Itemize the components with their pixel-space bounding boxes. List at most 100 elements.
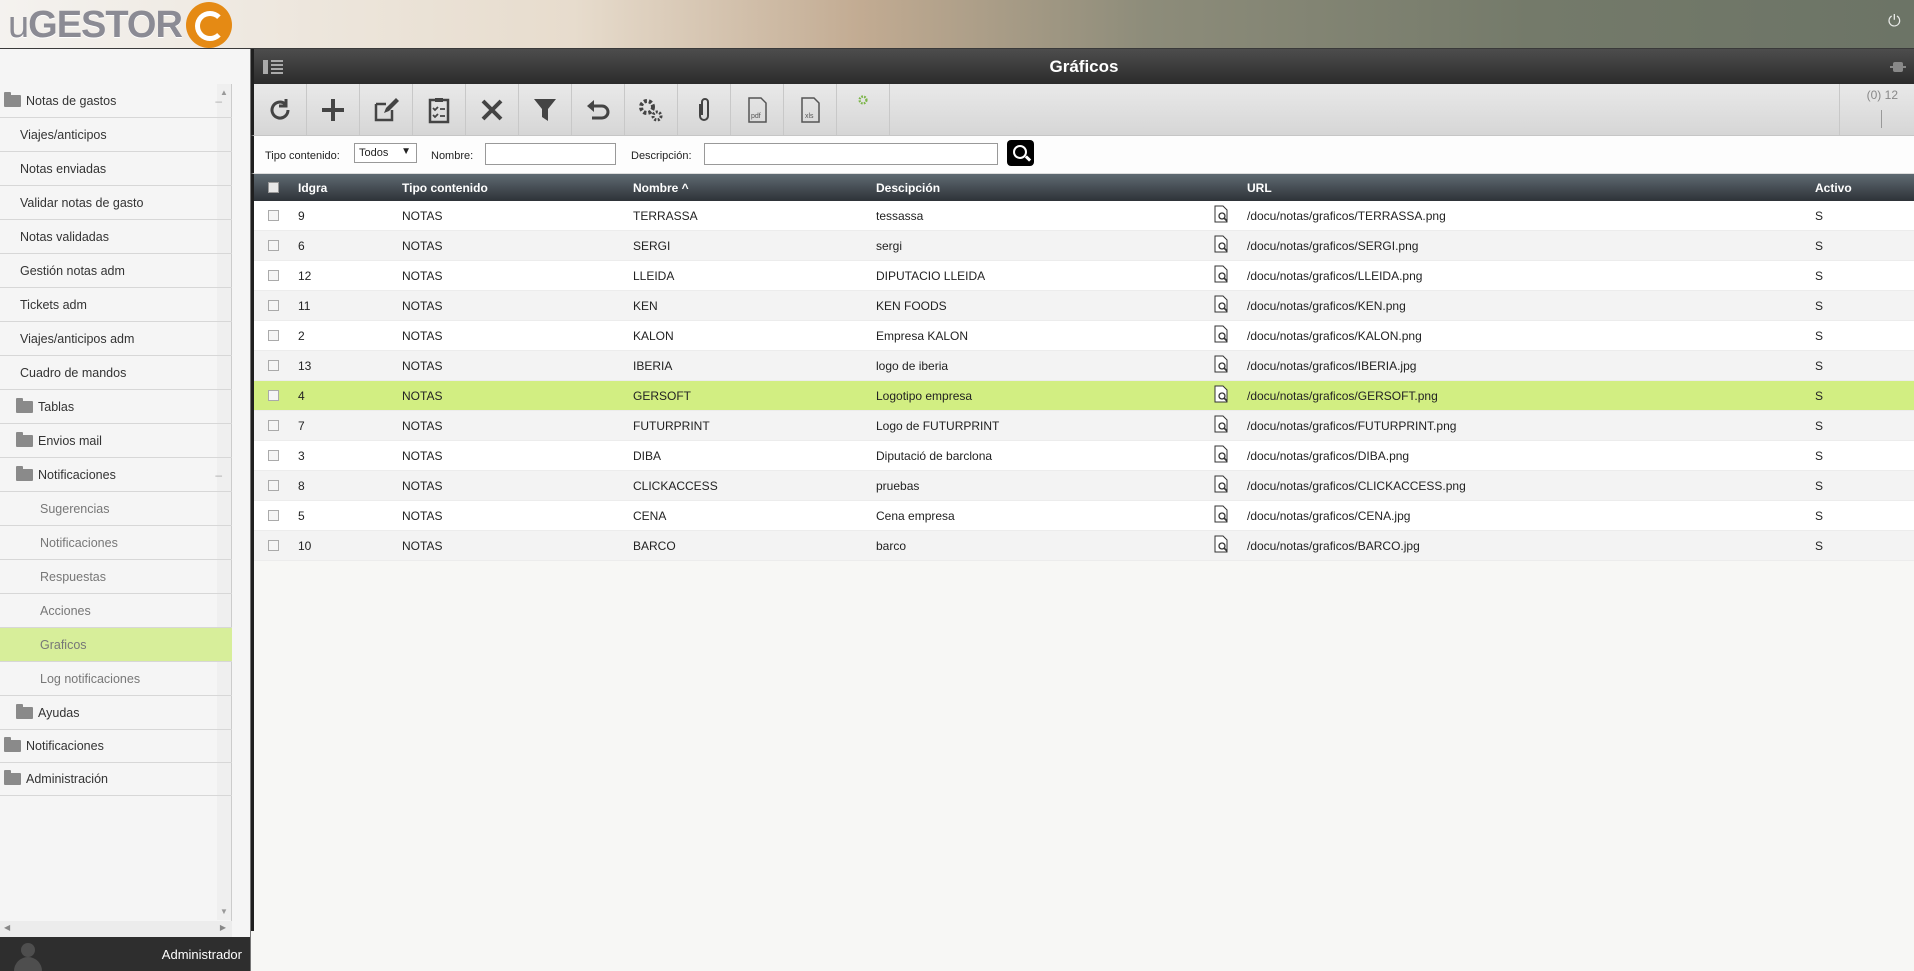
user-name[interactable]: Administrador bbox=[162, 947, 242, 962]
collapse-icon[interactable]: – bbox=[215, 468, 222, 482]
table-row[interactable]: 7 NOTAS FUTURPRINT Logo de FUTURPRINT/docu/… bbox=[254, 411, 1914, 441]
preview-icon[interactable] bbox=[1212, 385, 1230, 403]
table-row[interactable]: 8 NOTAS CLICKACCESS pruebas/docu/notas/graf… bbox=[254, 471, 1914, 501]
table-row[interactable]: 11 NOTAS KEN KEN FOODS/docu/notas/graficos/… bbox=[254, 291, 1914, 321]
table-row[interactable]: 3 NOTAS DIBA Diputació de barclona/docu/not… bbox=[254, 441, 1914, 471]
sidebar-item-notificaciones[interactable]: Notificaciones bbox=[0, 526, 232, 560]
sidebar-item-notas-de-gastos[interactable]: Notas de gastos – bbox=[0, 84, 232, 118]
add-button[interactable] bbox=[307, 84, 360, 135]
delete-button[interactable] bbox=[466, 84, 519, 135]
filter-button[interactable] bbox=[519, 84, 572, 135]
table-row[interactable]: 6 NOTAS SERGI sergi/docu/notas/graficos/SER… bbox=[254, 231, 1914, 261]
scroll-left-icon[interactable]: ◀ bbox=[4, 923, 10, 932]
sidebar-horizontal-scrollbar[interactable]: ◀ ▶ bbox=[0, 921, 232, 937]
sidebar-item-ayudas[interactable]: Ayudas bbox=[0, 696, 232, 730]
sidebar-item-cuadro-de-mandos[interactable]: Cuadro de mandos bbox=[0, 356, 232, 390]
preview-icon[interactable] bbox=[1212, 445, 1230, 463]
cell-url: /docu/notas/graficos/IBERIA.jpg bbox=[1247, 359, 1417, 373]
col-tipo-contenido[interactable]: Tipo contenido bbox=[402, 181, 488, 195]
settings-button[interactable] bbox=[625, 84, 678, 135]
row-checkbox[interactable] bbox=[268, 330, 279, 341]
row-checkbox[interactable] bbox=[268, 480, 279, 491]
tipo-contenido-select[interactable]: Todos ▼ bbox=[354, 143, 417, 163]
sidebar-item-sugerencias[interactable]: Sugerencias bbox=[0, 492, 232, 526]
pdf-button[interactable]: pdf bbox=[731, 84, 784, 135]
preview-icon[interactable] bbox=[1212, 235, 1230, 253]
preview-icon[interactable] bbox=[1212, 505, 1230, 523]
page-title: Gráficos bbox=[1049, 57, 1119, 76]
preview-icon[interactable] bbox=[1212, 535, 1230, 553]
undo-button[interactable] bbox=[572, 84, 625, 135]
sidebar-item-gesti-n-notas-adm[interactable]: Gestión notas adm bbox=[0, 254, 232, 288]
table-row[interactable]: 5 NOTAS CENA Cena empresa/docu/notas/grafic… bbox=[254, 501, 1914, 531]
col-nombre[interactable]: Nombre ^ bbox=[633, 181, 689, 195]
descripcion-input[interactable] bbox=[704, 143, 998, 165]
select-all-checkbox[interactable] bbox=[268, 182, 279, 193]
preview-icon[interactable] bbox=[1212, 205, 1230, 223]
row-checkbox[interactable] bbox=[268, 300, 279, 311]
toolbar: pdf xls (0) 12 bbox=[251, 84, 1914, 136]
edit-button[interactable] bbox=[360, 84, 413, 135]
power-icon[interactable]: ⏻ bbox=[1888, 14, 1904, 30]
row-checkbox[interactable] bbox=[268, 210, 279, 221]
col-idgra[interactable]: Idgra bbox=[298, 181, 327, 195]
col-url[interactable]: URL bbox=[1247, 181, 1272, 195]
sidebar-item-acciones[interactable]: Acciones bbox=[0, 594, 232, 628]
validate-button[interactable] bbox=[413, 84, 466, 135]
search-button[interactable] bbox=[1007, 140, 1034, 166]
sidebar-item-viajes-anticipos[interactable]: Viajes/anticipos bbox=[0, 118, 232, 152]
sidebar-item-validar-notas-de-gasto[interactable]: Validar notas de gasto bbox=[0, 186, 232, 220]
sidebar-item-viajes-anticipos-adm[interactable]: Viajes/anticipos adm bbox=[0, 322, 232, 356]
sidebar-item-notificaciones[interactable]: Notificaciones bbox=[0, 730, 232, 763]
pdf-icon: pdf bbox=[748, 96, 767, 123]
collapse-icon[interactable]: – bbox=[215, 94, 222, 108]
preview-icon[interactable] bbox=[1212, 475, 1230, 493]
config-button[interactable] bbox=[837, 84, 890, 135]
preview-icon[interactable] bbox=[1212, 295, 1230, 313]
expand-panel-icon[interactable] bbox=[1890, 60, 1906, 74]
col-descripcion[interactable]: Descipción bbox=[876, 181, 940, 195]
row-checkbox[interactable] bbox=[268, 420, 279, 431]
col-activo[interactable]: Activo bbox=[1815, 181, 1852, 195]
menu-toggle-icon[interactable] bbox=[263, 60, 283, 74]
cell-activo: S bbox=[1815, 299, 1824, 313]
sidebar-item-tickets-adm[interactable]: Tickets adm bbox=[0, 288, 232, 322]
table-row[interactable]: 10 NOTAS BARCO barco/docu/notas/graficos/BA… bbox=[254, 531, 1914, 561]
sidebar-item-notas-enviadas[interactable]: Notas enviadas bbox=[0, 152, 232, 186]
preview-icon[interactable] bbox=[1212, 325, 1230, 343]
table-row[interactable]: 2 NOTAS KALON Empresa KALON/docu/notas/graf… bbox=[254, 321, 1914, 351]
tipo-contenido-value: Todos bbox=[359, 147, 389, 159]
attachment-button[interactable] bbox=[678, 84, 731, 135]
scroll-down-icon[interactable]: ▼ bbox=[220, 907, 228, 916]
refresh-button[interactable] bbox=[254, 84, 307, 135]
row-checkbox[interactable] bbox=[268, 510, 279, 521]
row-checkbox[interactable] bbox=[268, 360, 279, 371]
table-row[interactable]: 13 NOTAS IBERIA logo de iberia/docu/notas/g… bbox=[254, 351, 1914, 381]
preview-icon[interactable] bbox=[1212, 355, 1230, 373]
table-row[interactable]: 9 NOTAS TERRASSA tessassa/docu/notas/grafic… bbox=[254, 201, 1914, 231]
xls-button[interactable]: xls bbox=[784, 84, 837, 135]
sidebar-item-administraci-n[interactable]: Administración bbox=[0, 763, 232, 796]
sidebar-item-envios-mail[interactable]: Envios mail bbox=[0, 424, 232, 458]
sidebar-item-tablas[interactable]: Tablas bbox=[0, 390, 232, 424]
nombre-input[interactable] bbox=[485, 143, 616, 165]
sidebar-item-notas-validadas[interactable]: Notas validadas bbox=[0, 220, 232, 254]
row-checkbox[interactable] bbox=[268, 540, 279, 551]
row-checkbox[interactable] bbox=[268, 240, 279, 251]
row-checkbox[interactable] bbox=[268, 390, 279, 401]
sidebar-item-log-notificaciones[interactable]: Log notificaciones bbox=[0, 662, 232, 696]
preview-icon[interactable] bbox=[1212, 415, 1230, 433]
row-checkbox[interactable] bbox=[268, 450, 279, 461]
row-checkbox[interactable] bbox=[268, 270, 279, 281]
cell-descripcion: barco bbox=[876, 539, 907, 553]
scroll-right-icon[interactable]: ▶ bbox=[220, 923, 226, 932]
preview-icon[interactable] bbox=[1212, 265, 1230, 283]
sidebar-item-label: Notificaciones bbox=[26, 739, 104, 753]
sidebar-item-graficos[interactable]: Graficos bbox=[0, 628, 232, 662]
sidebar-item-notificaciones[interactable]: Notificaciones – bbox=[0, 458, 232, 492]
table-body: 9 NOTAS TERRASSA tessassa/docu/notas/grafic… bbox=[251, 201, 1914, 561]
table-row[interactable]: 4 NOTAS GERSOFT Logotipo empresa/docu/notas… bbox=[254, 381, 1914, 411]
sidebar-item-respuestas[interactable]: Respuestas bbox=[0, 560, 232, 594]
avatar[interactable] bbox=[12, 941, 44, 971]
table-row[interactable]: 12 NOTAS LLEIDA DIPUTACIO LLEIDA/docu/notas… bbox=[254, 261, 1914, 291]
